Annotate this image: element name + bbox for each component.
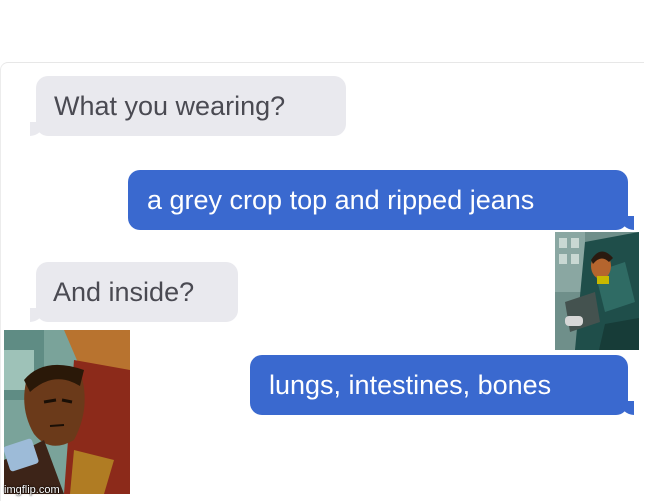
bubble-tail [620,216,634,230]
cartoon-character-image [555,232,639,350]
incoming-message-bubble[interactable]: And inside? [30,262,238,322]
message-text: What you wearing? [54,91,286,121]
bubble-tail [620,401,634,415]
outgoing-message-bubble[interactable]: a grey crop top and ripped jeans [128,170,634,230]
message-text: And inside? [53,277,195,307]
watermark-text: imgflip.com [4,484,60,496]
incoming-message-bubble[interactable]: What you wearing? [30,76,346,136]
message-text: a grey crop top and ripped jeans [147,185,535,215]
outgoing-message-bubble[interactable]: lungs, intestines, bones [250,355,634,415]
bubble-tail [30,122,44,136]
cartoon-character-image [4,330,130,494]
message-text: lungs, intestines, bones [269,370,552,400]
bubble-tail [30,308,44,322]
